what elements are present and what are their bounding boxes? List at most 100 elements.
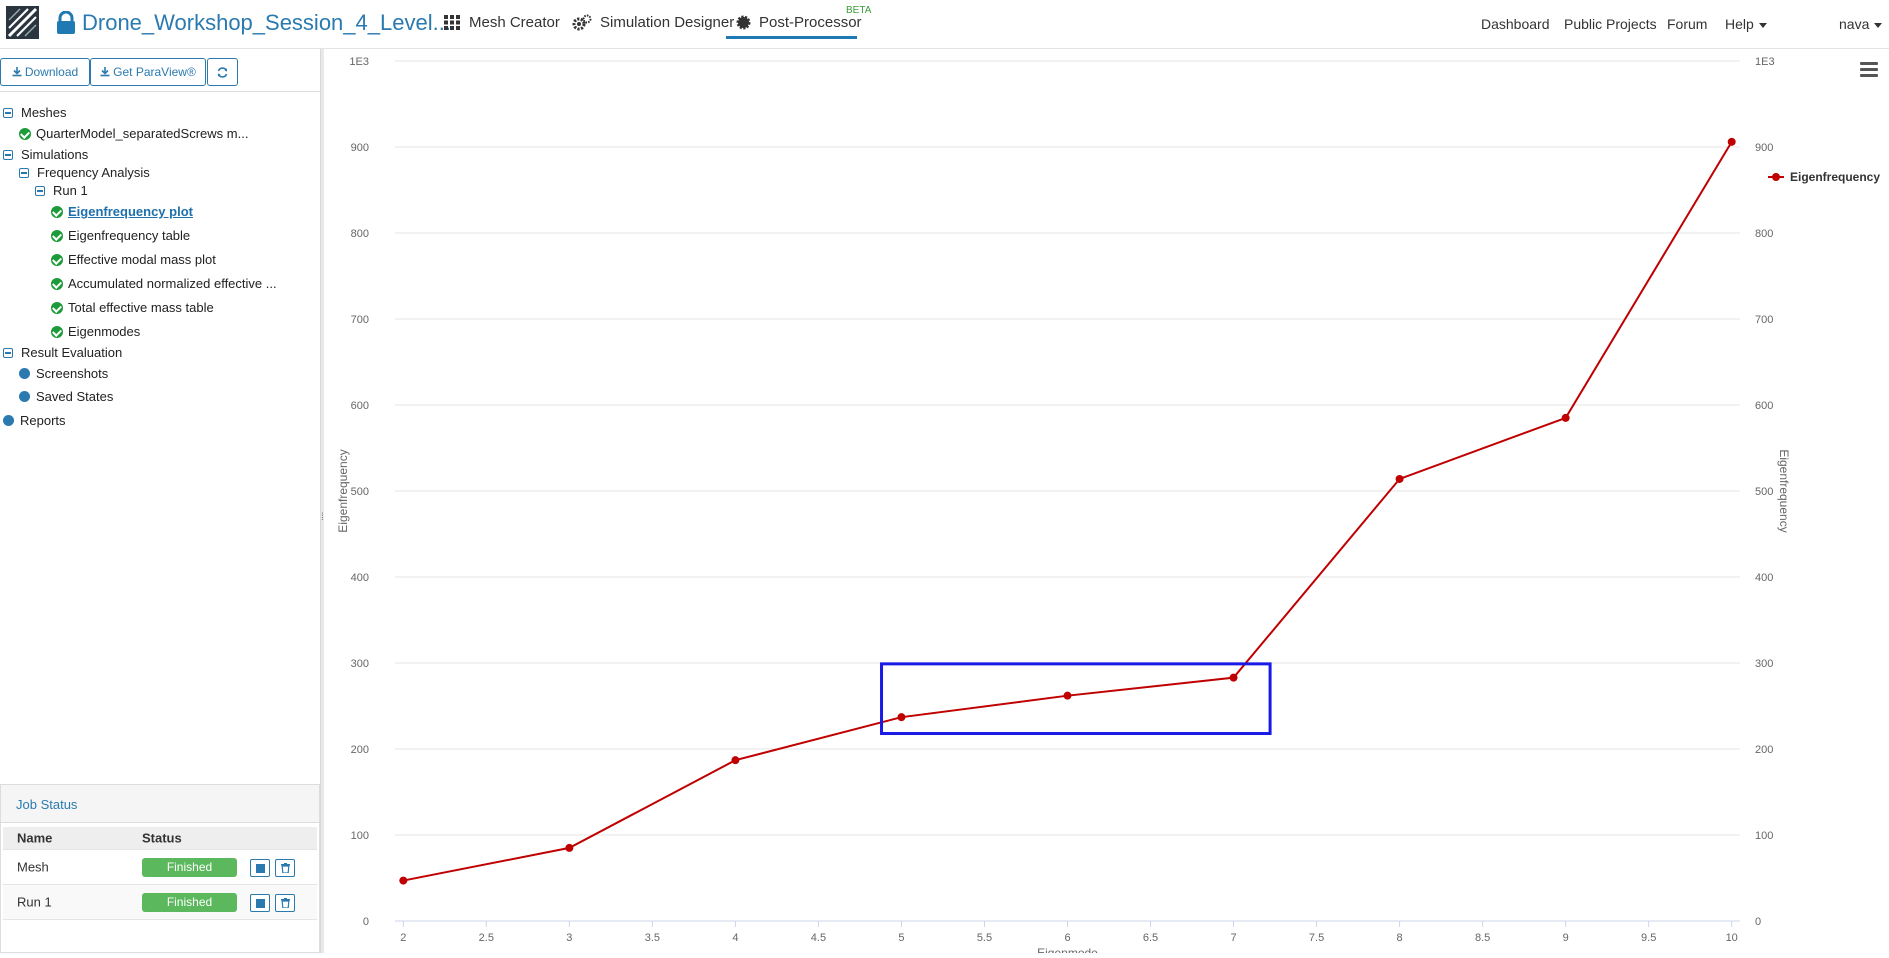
col-header-status: Status xyxy=(142,830,182,846)
y-axis-title-right: Eigenfrequency xyxy=(1777,449,1791,532)
download-button[interactable]: Download xyxy=(0,58,90,86)
y-tick-label-right: 300 xyxy=(1755,658,1773,670)
download-icon xyxy=(12,67,22,77)
tree-item-saved-states[interactable]: Saved States xyxy=(19,389,113,404)
table-row: Mesh Finished xyxy=(3,850,317,885)
tree-label: Total effective mass table xyxy=(68,300,214,315)
data-point xyxy=(731,756,740,765)
y-tick-label-right: 200 xyxy=(1755,744,1773,756)
table-row: Run 1 Finished xyxy=(3,885,317,920)
x-tick-label: 2 xyxy=(400,932,406,944)
tree-label: Meshes xyxy=(21,105,67,120)
project-title[interactable]: Drone_Workshop_Session_4_Level... xyxy=(82,10,451,36)
circle-icon xyxy=(19,391,30,402)
stop-button[interactable] xyxy=(250,894,270,912)
tree-item-eigenfrequency-plot[interactable]: Eigenfrequency plot xyxy=(51,204,193,219)
tree-item-effective-modal-mass-plot[interactable]: Effective modal mass plot xyxy=(51,252,216,267)
legend-label: Eigenfrequency xyxy=(1790,170,1880,184)
tab-mesh-creator[interactable]: Mesh Creator xyxy=(444,14,560,31)
x-tick-label: 7 xyxy=(1230,932,1236,944)
tree-item-mesh[interactable]: QuarterModel_separatedScrews m... xyxy=(19,126,248,141)
x-tick-label: 6.5 xyxy=(1143,932,1158,944)
tree-node-simulations[interactable]: Simulations xyxy=(3,147,88,162)
tree-label: Effective modal mass plot xyxy=(68,252,216,267)
tree-label: Eigenmodes xyxy=(68,324,141,339)
cog-icon xyxy=(736,15,751,30)
x-tick-label: 5 xyxy=(898,932,904,944)
y-tick-label-right: 900 xyxy=(1755,142,1773,154)
check-circle-icon xyxy=(51,229,63,242)
tree-node-meshes[interactable]: Meshes xyxy=(3,105,67,120)
tree-item-eigenmodes[interactable]: Eigenmodes xyxy=(51,324,140,339)
get-paraview-button[interactable]: Get ParaView® xyxy=(90,58,206,86)
delete-button[interactable] xyxy=(275,894,295,912)
eigenfrequency-chart[interactable]: 0 0 100 100 200 200 300 300 400 400 500 500 600 600 70… xyxy=(324,49,1889,958)
nav-forum-link[interactable]: Forum xyxy=(1667,16,1707,32)
user-name: nava xyxy=(1839,16,1870,32)
collapse-icon[interactable] xyxy=(35,185,45,196)
data-point xyxy=(1229,673,1238,682)
y-tick-label-right: 100 xyxy=(1755,830,1773,842)
series-line xyxy=(403,141,1733,882)
x-tick-label: 3.5 xyxy=(645,932,660,944)
download-icon xyxy=(100,67,110,77)
tree-label: Eigenfrequency plot xyxy=(68,204,193,219)
check-circle-icon xyxy=(19,127,31,140)
circle-icon xyxy=(3,415,14,426)
caret-down-icon xyxy=(1874,22,1883,28)
x-tick-label: 4.5 xyxy=(811,932,826,944)
tree-item-screenshots[interactable]: Screenshots xyxy=(19,366,108,381)
collapse-icon[interactable] xyxy=(19,167,29,178)
tree-label: Eigenfrequency table xyxy=(68,228,191,243)
nav-public-projects-link[interactable]: Public Projects xyxy=(1564,16,1657,32)
active-tab-indicator xyxy=(726,36,857,39)
y-tick-label: 700 xyxy=(351,314,369,326)
caret-down-icon xyxy=(1758,22,1767,28)
tree-node-reports[interactable]: Reports xyxy=(3,413,66,428)
tree-node-result-evaluation[interactable]: Result Evaluation xyxy=(3,345,122,360)
x-tick-label: 7.5 xyxy=(1309,932,1324,944)
col-header-name: Name xyxy=(17,830,53,846)
tab-post-processor[interactable]: Post-Processor xyxy=(736,14,862,31)
job-status-panel: Job Status Name Status Mesh Finished Run… xyxy=(0,784,320,953)
data-point xyxy=(1561,413,1570,422)
tab-simulation-designer[interactable]: Simulation Designer xyxy=(572,14,734,31)
tab-label: Mesh Creator xyxy=(469,14,560,31)
collapse-icon[interactable] xyxy=(3,149,13,160)
data-point xyxy=(897,713,906,722)
tree-node-run-1[interactable]: Run 1 xyxy=(35,183,88,198)
x-tick-label: 8 xyxy=(1397,932,1403,944)
user-menu[interactable]: nava xyxy=(1839,16,1883,32)
y-tick-label: 300 xyxy=(351,658,369,670)
collapse-icon[interactable] xyxy=(3,107,13,118)
y-tick-label: 0 xyxy=(363,916,369,928)
tree-item-total-effective-mass-table[interactable]: Total effective mass table xyxy=(51,300,214,315)
tab-label: Post-Processor xyxy=(759,14,862,31)
grid-icon xyxy=(444,15,460,30)
nav-dashboard-link[interactable]: Dashboard xyxy=(1481,16,1550,32)
tree-item-accumulated-mass[interactable]: Accumulated normalized effective ... xyxy=(51,276,277,291)
delete-button[interactable] xyxy=(275,859,295,877)
refresh-button[interactable] xyxy=(207,58,238,86)
stop-icon xyxy=(255,863,265,873)
refresh-icon xyxy=(217,66,228,78)
lock-icon xyxy=(57,11,75,34)
tree-node-frequency-analysis[interactable]: Frequency Analysis xyxy=(19,165,150,180)
gears-icon xyxy=(572,14,592,31)
stop-button[interactable] xyxy=(250,859,270,877)
paraview-label: Get ParaView® xyxy=(113,65,196,79)
data-point xyxy=(1063,691,1072,700)
app-logo-icon[interactable] xyxy=(6,6,39,39)
y-tick-label: 900 xyxy=(351,142,369,154)
data-point xyxy=(1727,137,1736,146)
tree-label: Saved States xyxy=(36,389,114,404)
y-tick-label-right: 0 xyxy=(1755,916,1761,928)
tree-label: QuarterModel_separatedScrews m... xyxy=(36,126,249,141)
x-tick-label: 3 xyxy=(566,932,572,944)
data-point xyxy=(565,843,574,852)
collapse-icon[interactable] xyxy=(3,347,13,358)
hamburger-menu-icon[interactable] xyxy=(1860,62,1878,77)
nav-help-dropdown[interactable]: Help xyxy=(1725,16,1767,32)
tree-item-eigenfrequency-table[interactable]: Eigenfrequency table xyxy=(51,228,190,243)
tree-label: Screenshots xyxy=(36,366,109,381)
